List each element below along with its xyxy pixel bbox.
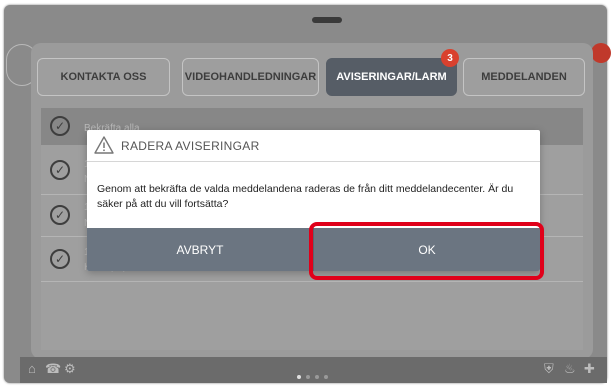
notification-checkbox[interactable]: ✓ bbox=[50, 205, 70, 225]
ok-button-highlight bbox=[309, 222, 544, 280]
dialog-title: RADERA AVISERINGAR bbox=[121, 139, 260, 153]
bottom-bar bbox=[20, 357, 607, 383]
dialog-header: RADERA AVISERINGAR bbox=[87, 130, 540, 162]
tab-notifications-alarms[interactable]: AVISERINGAR/LARM bbox=[326, 58, 457, 96]
row-divider bbox=[41, 281, 583, 282]
tab-video-tutorials[interactable]: VIDEOHANDLEDNINGAR bbox=[182, 58, 319, 96]
notification-checkbox[interactable]: ✓ bbox=[50, 249, 70, 269]
warning-icon bbox=[94, 136, 114, 154]
page-dot bbox=[324, 375, 328, 379]
page-indicator bbox=[297, 375, 328, 379]
flame-icon[interactable]: ♨ bbox=[564, 361, 576, 377]
home-icon[interactable]: ⌂ bbox=[28, 361, 36, 376]
phone-icon[interactable]: ☎ bbox=[45, 361, 61, 377]
settings-icon[interactable]: ⚙ bbox=[64, 361, 76, 377]
page-dot bbox=[315, 375, 319, 379]
notification-checkbox[interactable]: ✓ bbox=[50, 160, 70, 180]
notification-badge-corner bbox=[591, 43, 611, 63]
confirm-all-checkbox[interactable]: ✓ bbox=[50, 116, 70, 136]
shield-icon[interactable]: ⛨ bbox=[544, 361, 554, 377]
tab-contact-us[interactable]: KONTAKTA OSS bbox=[37, 58, 170, 96]
tab-messages[interactable]: MEDDELANDEN bbox=[463, 58, 585, 96]
plus-icon[interactable]: ✚ bbox=[584, 361, 595, 377]
pull-handle[interactable] bbox=[312, 17, 342, 23]
page-dot bbox=[306, 375, 310, 379]
page-dot bbox=[297, 375, 301, 379]
cancel-button[interactable]: AVBRYT bbox=[87, 228, 313, 271]
notifications-count-badge: 3 bbox=[441, 49, 459, 67]
dialog-message: Genom att bekräfta de valda meddelandena… bbox=[97, 183, 514, 210]
